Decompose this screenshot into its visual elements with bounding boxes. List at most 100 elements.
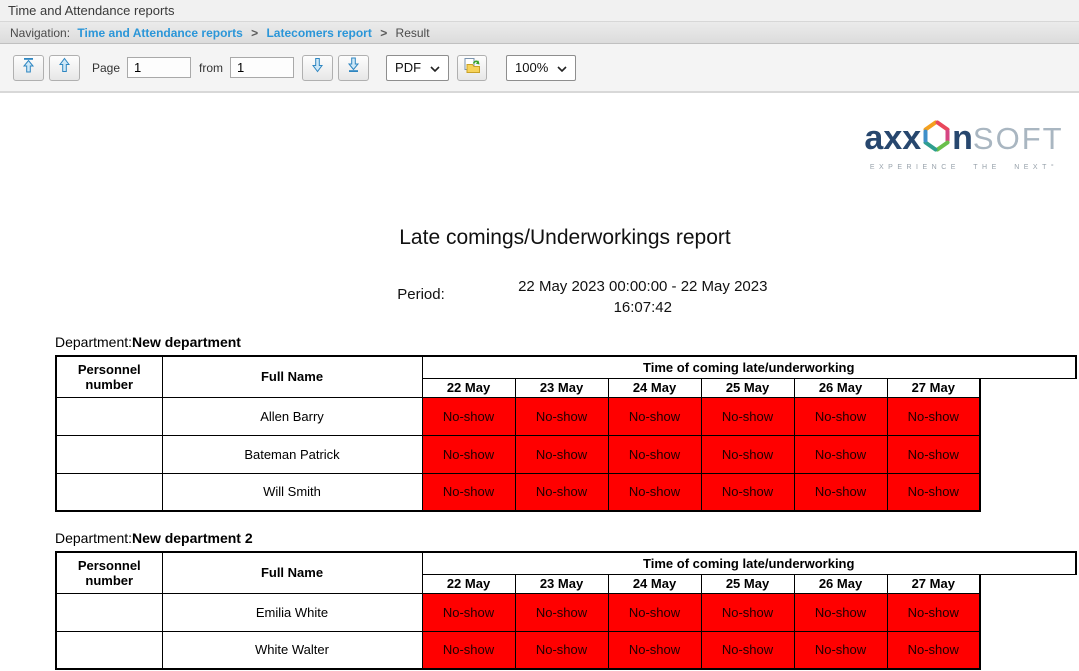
breadcrumb-separator: > [251,26,258,40]
export-format-value: PDF [395,60,421,75]
breadcrumb-current-result: Result [396,26,430,40]
previous-page-icon [57,57,72,78]
no-show-cell: No-show [794,435,887,473]
date-column-header: 27 May [887,378,980,397]
no-show-cell: No-show [422,473,515,511]
no-show-cell: No-show [887,631,980,669]
full-name-cell: Will Smith [162,473,422,511]
table-row: Emilia WhiteNo-showNo-showNo-showNo-show… [56,593,1076,631]
date-column-header: 25 May [701,378,794,397]
department-label: Department: [55,530,132,546]
last-page-button[interactable] [338,55,369,81]
no-show-cell: No-show [887,473,980,511]
no-show-cell: No-show [608,593,701,631]
no-show-cell: No-show [515,435,608,473]
next-page-button[interactable] [302,55,333,81]
date-column-header: 26 May [794,378,887,397]
department-heading: Department:New department 2 [55,530,1075,546]
logo-text-axx: axx [864,119,921,158]
no-show-cell: No-show [794,397,887,435]
no-show-cell: No-show [608,397,701,435]
full-name-cell: Allen Barry [162,397,422,435]
previous-page-button[interactable] [49,55,80,81]
chevron-down-icon [430,60,440,75]
breadcrumb-label: Navigation: [10,26,70,40]
full-name-cell: White Walter [162,631,422,669]
breadcrumb-separator: > [380,26,387,40]
full-name-header: Full Name [162,356,422,397]
table-row: White WalterNo-showNo-showNo-showNo-show… [56,631,1076,669]
table-filler [980,593,1076,631]
table-filler [980,435,1076,473]
personnel-number-header: Personnel number [56,552,162,593]
axxonsoft-logo: axx n SOFT EXPERIENCE THE NEXT° [855,119,1073,171]
no-show-cell: No-show [515,631,608,669]
first-page-button[interactable] [13,55,44,81]
last-page-icon [346,57,361,78]
period-row: Period: 22 May 2023 00:00:00 - 22 May 20… [85,276,1079,318]
time-span-header: Time of coming late/underworking [422,552,1076,574]
department-label: Department: [55,334,132,350]
total-pages-input[interactable] [230,57,294,78]
no-show-cell: No-show [515,397,608,435]
export-button[interactable] [457,55,487,81]
chevron-down-icon [557,60,567,75]
table-filler [980,631,1076,669]
export-format-select[interactable]: PDF [386,55,449,81]
page-label: Page [92,61,120,75]
date-column-header: 23 May [515,574,608,593]
no-show-cell: No-show [887,593,980,631]
date-column-header: 24 May [608,378,701,397]
logo-tagline: EXPERIENCE THE NEXT° [855,164,1073,171]
full-name-cell: Bateman Patrick [162,435,422,473]
department-section: Department:New department Personnel numb… [55,334,1075,512]
no-show-cell: No-show [887,397,980,435]
date-column-header: 26 May [794,574,887,593]
table-row: Bateman PatrickNo-showNo-showNo-showNo-s… [56,435,1076,473]
window-title-bar: Time and Attendance reports [0,0,1079,22]
next-page-icon [310,57,325,78]
no-show-cell: No-show [515,593,608,631]
personnel-number-cell [56,593,162,631]
personnel-number-cell [56,435,162,473]
no-show-cell: No-show [701,397,794,435]
no-show-cell: No-show [608,631,701,669]
page-number-input[interactable] [127,57,191,78]
no-show-cell: No-show [422,631,515,669]
no-show-cell: No-show [422,435,515,473]
period-label: Period: [397,276,445,303]
zoom-value: 100% [515,60,548,75]
table-row: Will SmithNo-showNo-showNo-showNo-showNo… [56,473,1076,511]
date-column-header: 27 May [887,574,980,593]
no-show-cell: No-show [794,593,887,631]
table-filler [980,397,1076,435]
zoom-select[interactable]: 100% [506,55,576,81]
department-name: New department [132,334,241,350]
table-filler [980,473,1076,511]
no-show-cell: No-show [608,435,701,473]
window-title: Time and Attendance reports [8,3,174,18]
date-column-header: 25 May [701,574,794,593]
first-page-icon [21,57,36,78]
report-title: Late comings/Underworkings report [55,93,1075,250]
breadcrumb-link-latecomers-report[interactable]: Latecomers report [266,26,371,40]
no-show-cell: No-show [794,473,887,511]
table-header-row: Personnel number Full Name Time of comin… [56,552,1076,574]
breadcrumb: Navigation: Time and Attendance reports … [0,22,1079,44]
axxonsoft-wordmark: axx n SOFT [855,119,1073,158]
time-span-header: Time of coming late/underworking [422,356,1076,378]
table-filler [980,574,1076,593]
table-filler [980,378,1076,397]
breadcrumb-link-time-attendance[interactable]: Time and Attendance reports [77,26,242,40]
no-show-cell: No-show [515,473,608,511]
date-column-header: 22 May [422,574,515,593]
date-column-header: 23 May [515,378,608,397]
table-header-row: Personnel number Full Name Time of comin… [56,356,1076,378]
report-page: axx n SOFT EXPERIENCE THE NEXT° Late com… [0,93,1079,669]
date-column-header: 22 May [422,378,515,397]
no-show-cell: No-show [701,631,794,669]
logo-text-soft: SOFT [973,121,1064,157]
personnel-number-cell [56,473,162,511]
no-show-cell: No-show [794,631,887,669]
full-name-header: Full Name [162,552,422,593]
